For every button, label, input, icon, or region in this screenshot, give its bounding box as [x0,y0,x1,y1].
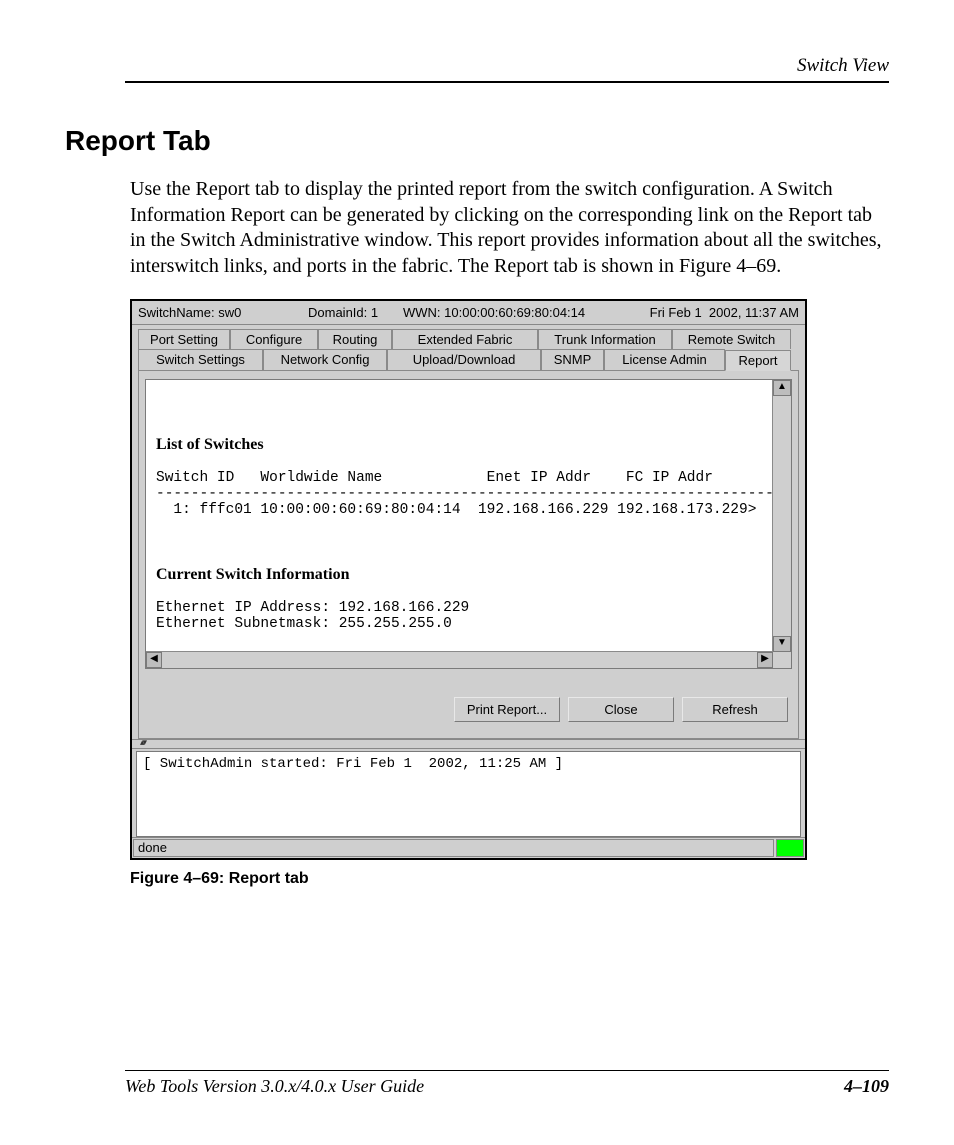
refresh-button[interactable]: Refresh [682,697,788,722]
status-led [776,839,804,857]
scroll-left-icon[interactable]: ◀ [146,652,162,668]
running-header: Switch View [797,55,889,77]
report-content: List of Switches Switch ID Worldwide Nam… [146,380,773,652]
status-bar: done [132,837,805,858]
report-eth-ip: Ethernet IP Address: 192.168.166.229 [156,600,469,616]
print-report-button[interactable]: Print Report... [454,697,560,722]
tab-network-config[interactable]: Network Config [263,349,387,370]
window-info-bar: SwitchName: sw0 DomainId: 1 WWN: 10:00:0… [132,301,805,325]
report-divider: ----------------------------------------… [156,486,791,502]
log-pane: [ SwitchAdmin started: Fri Feb 1 2002, 1… [136,751,801,837]
log-line: [ SwitchAdmin started: Fri Feb 1 2002, 1… [143,756,563,772]
tab-configure[interactable]: Configure [230,329,318,349]
tab-port-setting[interactable]: Port Setting [138,329,230,349]
tabs-row-1: Port Setting Configure Routing Extended … [138,329,799,349]
report-columns: Switch ID Worldwide Name Enet IP Addr FC… [156,470,713,486]
close-button[interactable]: Close [568,697,674,722]
section-title: Report Tab [65,125,889,157]
scroll-up-icon[interactable]: ▲ [773,380,791,396]
wwn-label: WWN: 10:00:00:60:69:80:04:14 [403,305,629,320]
body-paragraph: Use the Report tab to display the printe… [130,177,889,279]
report-heading-current: Current Switch Information [156,566,349,583]
horizontal-scrollbar[interactable]: ◀ ▶ [146,651,773,668]
report-pane: List of Switches Switch ID Worldwide Nam… [145,379,792,669]
figure-caption: Figure 4–69: Report tab [130,870,889,888]
tabs-area: Port Setting Configure Routing Extended … [132,325,805,739]
button-row: Print Report... Close Refresh [145,669,792,728]
tab-license-admin[interactable]: License Admin [604,349,725,370]
switch-name-label: SwitchName: sw0 [138,305,308,320]
tab-trunk-information[interactable]: Trunk Information [538,329,672,349]
report-eth-mask: Ethernet Subnetmask: 255.255.255.0 [156,616,452,632]
splitter-grip[interactable] [132,739,805,749]
header-rule [125,81,889,83]
domain-id-label: DomainId: 1 [308,305,403,320]
page-number: 4–109 [844,1076,889,1097]
datetime-label: Fri Feb 1 2002, 11:37 AM [629,305,799,320]
report-row-1: 1: fffc01 10:00:00:60:69:80:04:14 192.16… [156,502,756,518]
scroll-down-icon[interactable]: ▼ [773,636,791,652]
tab-upload-download[interactable]: Upload/Download [387,349,541,370]
screenshot-window: SwitchName: sw0 DomainId: 1 WWN: 10:00:0… [130,299,807,860]
scroll-right-icon[interactable]: ▶ [757,652,773,668]
footer-left: Web Tools Version 3.0.x/4.0.x User Guide [125,1076,424,1097]
vertical-scrollbar[interactable]: ▲ ▼ [772,380,791,652]
tab-report[interactable]: Report [725,350,791,371]
footer-rule [125,1070,889,1071]
tab-routing[interactable]: Routing [318,329,392,349]
tab-body: List of Switches Switch ID Worldwide Nam… [138,370,799,739]
report-heading-switches: List of Switches [156,436,264,453]
tabs-row-2: Switch Settings Network Config Upload/Do… [138,349,799,370]
tab-remote-switch[interactable]: Remote Switch [672,329,791,349]
tab-switch-settings[interactable]: Switch Settings [138,349,263,370]
page-footer: Web Tools Version 3.0.x/4.0.x User Guide… [125,1076,889,1097]
scroll-corner [773,652,791,668]
tab-extended-fabric[interactable]: Extended Fabric [392,329,538,349]
status-text: done [133,839,774,857]
tab-snmp[interactable]: SNMP [541,349,604,370]
